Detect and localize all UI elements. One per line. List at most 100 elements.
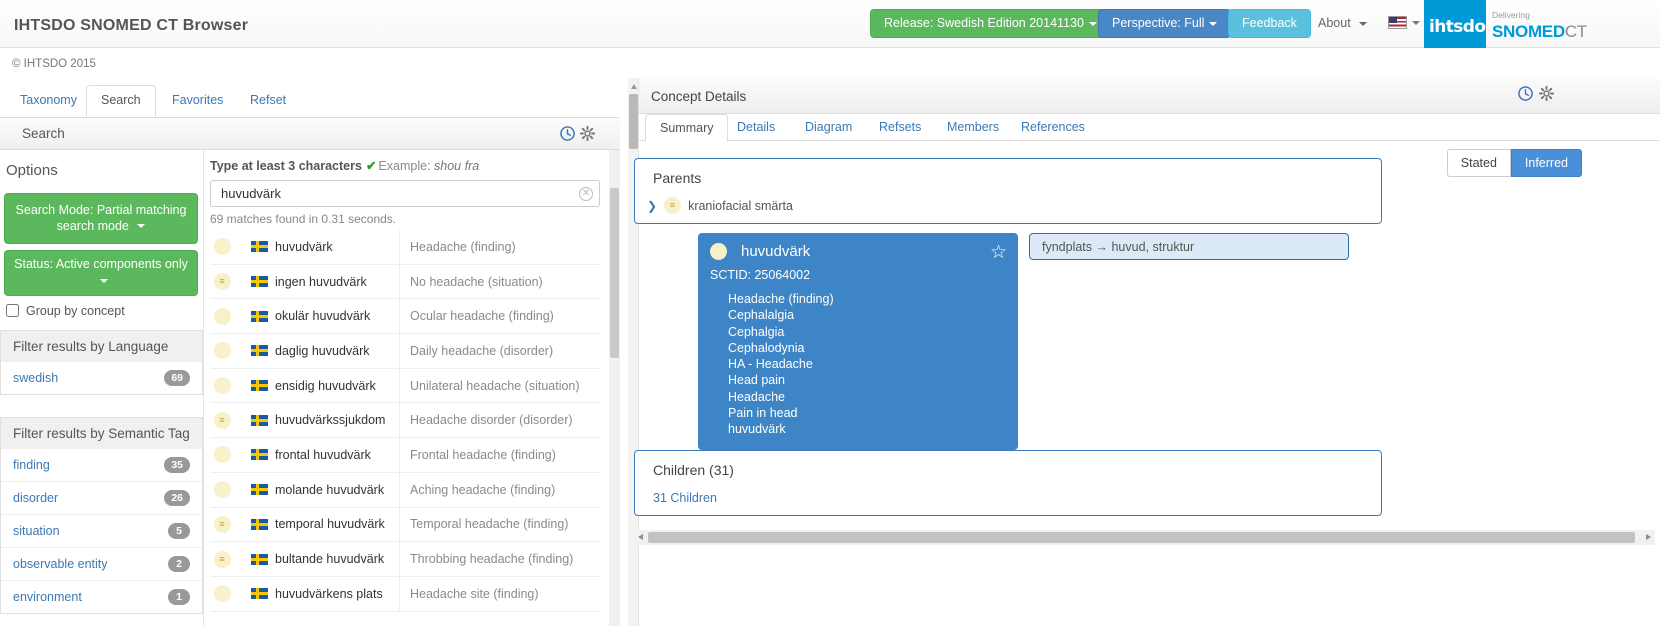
ct-word: CT [1564, 22, 1587, 41]
filter-item-disorder[interactable]: disorder 26 [1, 480, 202, 514]
filter-count-badge: 5 [168, 522, 190, 539]
semantic-filter-title: Filter results by Semantic Tag [0, 416, 203, 449]
about-dropdown[interactable]: About [1318, 16, 1368, 30]
concept-card[interactable]: huvudvärk ☆ SCTID: 25064002 Headache (fi… [698, 233, 1018, 450]
tab-taxonomy[interactable]: Taxonomy [6, 86, 91, 118]
filter-label: situation [13, 523, 60, 538]
group-by-concept-row[interactable]: Group by concept [6, 304, 203, 318]
swedish-flag-icon [251, 241, 268, 253]
match-info: 69 matches found in 0.31 seconds. [210, 212, 397, 226]
filter-label: swedish [13, 370, 59, 385]
clock-icon[interactable] [560, 126, 575, 141]
result-row[interactable]: huvudvärkens plats Headache site (findin… [210, 576, 600, 612]
options-title: Options [6, 162, 58, 179]
result-row[interactable]: ≡ temporal huvudvärk Temporal headache (… [210, 507, 600, 543]
language-filter-title: Filter results by Language [0, 329, 203, 362]
description-dot-icon: ≡ [210, 411, 234, 429]
filter-item-swedish[interactable]: swedish 69 [1, 362, 202, 394]
search-mode-button[interactable]: Search Mode: Partial matching search mod… [4, 193, 198, 245]
result-english: Frontal headache (finding) [410, 447, 556, 462]
scrollbar-thumb[interactable] [610, 188, 619, 358]
stated-toggle-button[interactable]: Stated [1446, 149, 1511, 177]
swedish-flag-icon [251, 310, 268, 322]
result-row[interactable]: daglig huvudvärk Daily headache (disorde… [210, 334, 600, 369]
filter-label: observable entity [13, 556, 108, 571]
tab-diagram[interactable]: Diagram [791, 114, 866, 140]
tab-search[interactable]: Search [86, 85, 156, 117]
star-icon[interactable]: ☆ [990, 243, 1007, 262]
result-term: molande huvudvärk [275, 482, 385, 497]
clear-icon[interactable]: ✕ [579, 187, 593, 201]
tab-favorites[interactable]: Favorites [158, 86, 237, 118]
chevron-right-icon[interactable]: ❯ [647, 199, 657, 213]
delivering-label: Delivering [1492, 10, 1530, 20]
gear-icon[interactable] [579, 125, 596, 142]
filter-item-situation[interactable]: situation 5 [1, 513, 202, 547]
perspective-dropdown-button[interactable]: Perspective: Full [1098, 9, 1232, 38]
details-horizontal-scrollbar[interactable] [634, 530, 1655, 545]
tab-summary[interactable]: Summary [645, 114, 729, 142]
tab-details[interactable]: Details [723, 114, 789, 140]
result-english: Headache site (finding) [410, 586, 539, 601]
group-by-concept-label: Group by concept [26, 303, 125, 318]
snomed-word: SNOMED [1492, 22, 1565, 41]
clock-icon[interactable] [1518, 86, 1533, 101]
feedback-button[interactable]: Feedback [1228, 9, 1311, 38]
synonym-item: HA - Headache [728, 357, 813, 372]
gear-icon[interactable] [1538, 85, 1555, 102]
scroll-up-arrow-icon[interactable] [631, 84, 637, 89]
about-label: About [1318, 16, 1351, 30]
tab-references[interactable]: References [1007, 114, 1099, 140]
result-row[interactable]: ensidig huvudvärk Unilateral headache (s… [210, 368, 600, 404]
synonym-item: Cephalodynia [728, 340, 805, 355]
scrollbar-thumb[interactable] [629, 94, 638, 149]
filter-count-badge: 2 [168, 555, 190, 572]
result-english: Headache disorder (disorder) [410, 413, 573, 428]
release-dropdown-button[interactable]: Release: Swedish Edition 20141130 [870, 9, 1111, 38]
result-row[interactable]: frontal huvudvärk Frontal headache (find… [210, 438, 600, 473]
scroll-left-arrow-icon[interactable] [638, 534, 643, 540]
tab-members[interactable]: Members [933, 114, 1013, 140]
semantic-filter-list: finding 35 disorder 26 situation 5 obser… [0, 448, 203, 614]
result-row[interactable]: molande huvudvärk Aching headache (findi… [210, 472, 600, 508]
tab-refsets[interactable]: Refsets [865, 114, 935, 140]
parent-item[interactable]: ❯ ≡ kraniofacial smärta [647, 197, 793, 214]
synonym-item: Cephalalgia [728, 308, 795, 323]
language-selector[interactable] [1388, 16, 1420, 29]
swedish-flag-icon [251, 380, 268, 392]
attribute-text: fyndplats → huvud, struktur [1042, 239, 1195, 254]
results-scrollbar[interactable] [609, 150, 620, 626]
parents-box: Parents ❯ ≡ kraniofacial smärta [634, 158, 1382, 224]
result-row[interactable]: ≡ huvudvärkssjukdom Headache disorder (d… [210, 403, 600, 439]
result-term: bultande huvudvärk [275, 552, 385, 567]
result-term: okulär huvudvärk [275, 309, 371, 324]
result-row[interactable]: ≡ bultande huvudvärk Throbbing headache … [210, 542, 600, 577]
search-input[interactable] [219, 181, 574, 206]
inferred-toggle-button[interactable]: Inferred [1510, 149, 1582, 177]
result-row[interactable]: huvudvärk Headache (finding) [210, 230, 600, 265]
us-flag-icon [1388, 16, 1407, 29]
group-by-concept-checkbox[interactable] [6, 304, 19, 317]
result-row[interactable]: ≡ ingen huvudvärk No headache (situation… [210, 264, 600, 300]
swedish-flag-icon [251, 449, 268, 461]
status-button[interactable]: Status: Active components only [4, 250, 198, 296]
filter-item-observable-entity[interactable]: observable entity 2 [1, 546, 202, 580]
scrollbar-thumb[interactable] [648, 532, 1635, 543]
options-column: Options Search Mode: Partial matching se… [0, 150, 204, 626]
children-link[interactable]: 31 Children [653, 491, 717, 505]
description-dot-icon: ≡ [664, 197, 682, 214]
search-input-wrapper[interactable]: ✕ [210, 180, 600, 207]
filter-item-finding[interactable]: finding 35 [1, 449, 202, 481]
scroll-right-arrow-icon[interactable] [1646, 534, 1651, 540]
concept-details-title: Concept Details [651, 89, 747, 104]
release-button-label: Release: Swedish Edition 20141130 [884, 16, 1084, 31]
result-term: ingen huvudvärk [275, 274, 367, 289]
filter-item-environment[interactable]: environment 1 [1, 579, 202, 613]
attribute-relationship-box[interactable]: fyndplats → huvud, struktur [1029, 233, 1349, 260]
result-row[interactable]: okulär huvudvärk Ocular headache (findin… [210, 299, 600, 335]
filter-count-badge: 35 [164, 456, 190, 473]
stated-inferred-toggle: Stated Inferred [1446, 149, 1582, 177]
tab-refset[interactable]: Refset [236, 86, 300, 118]
result-english: Throbbing headache (finding) [410, 552, 574, 567]
parent-label: kraniofacial smärta [688, 198, 793, 213]
